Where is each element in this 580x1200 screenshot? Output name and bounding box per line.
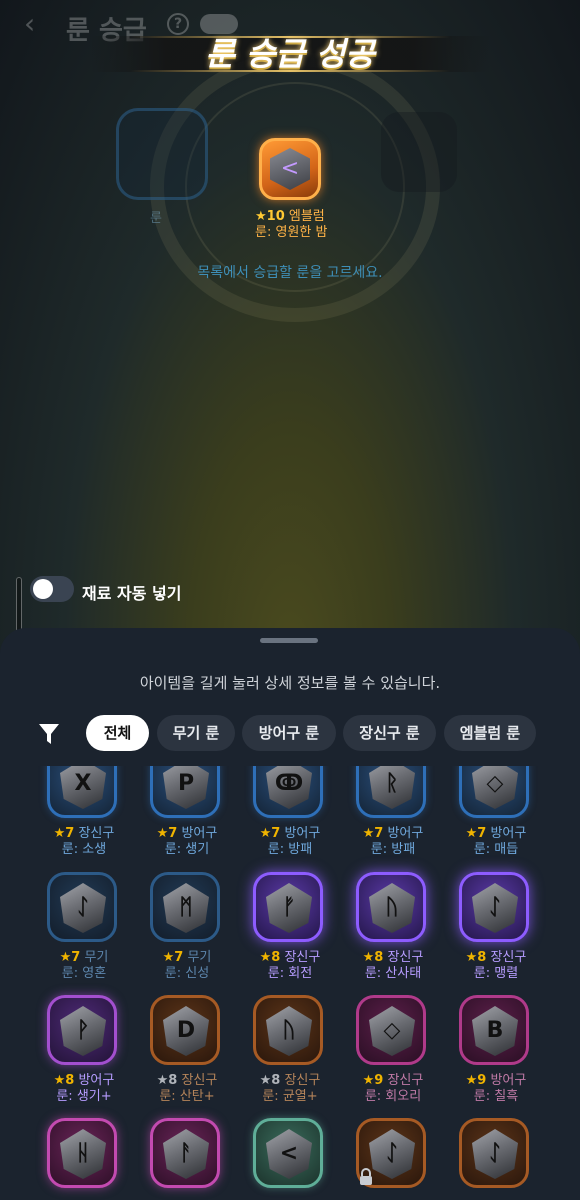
result-rune-name: 룬: 영원한 밤 (255, 225, 328, 240)
rune-item[interactable]: ᛇ (444, 1118, 548, 1200)
rune-frame: ᛇ (459, 872, 529, 942)
rune-item[interactable]: B ★9 방어구 룬: 칠흑 (444, 995, 548, 1105)
rune-frame: ᚠ (253, 872, 323, 942)
rune-item-name: 룬: 칠흑 (473, 1089, 519, 1104)
rune-item[interactable]: X ★7 장신구 룬: 소생 (32, 766, 136, 858)
rune-icon: P (163, 766, 209, 809)
tab-accessory-rune[interactable]: 장신구 룬 (343, 715, 436, 751)
rune-frame: ◇ (356, 995, 426, 1065)
rune-item-name: 룬: 방패 (267, 842, 313, 857)
rune-icon: ᛇ (369, 1129, 415, 1179)
rune-frame: ᛇ (47, 872, 117, 942)
rune-item-name: 룬: 회전 (267, 966, 313, 981)
rune-icon: ◇ (369, 1006, 415, 1056)
rune-item[interactable]: ᚨ (135, 1118, 239, 1200)
rune-icon: ᛗ (163, 883, 209, 933)
rune-frame: ᚢ (356, 872, 426, 942)
tab-armor-rune[interactable]: 방어구 룬 (242, 715, 336, 751)
rune-icon: X (60, 766, 106, 809)
rune-frame: ᚢ (253, 995, 323, 1065)
rune-item-name: 룬: 생기 (164, 842, 210, 857)
rune-icon: ↂ (266, 766, 312, 809)
rune-item[interactable]: ᚺ (32, 1118, 136, 1200)
rune-icon: ᚨ (163, 1129, 209, 1179)
rune-item[interactable]: D ★8 장신구 룬: 산탄+ (135, 995, 239, 1105)
auto-fill-label: 재료 자동 넣기 (82, 584, 182, 603)
rune-item[interactable]: ᚱ ★7 방어구 룬: 방패 (341, 766, 445, 858)
rune-item-name: 룬: 맹렬 (473, 966, 519, 981)
rune-icon: ◇ (472, 766, 518, 809)
rune-frame: ↂ (253, 766, 323, 818)
material-slot-left[interactable] (116, 108, 208, 200)
rune-frame: ᛇ (459, 1118, 529, 1188)
rune-item[interactable]: ᚠ ★8 장신구 룬: 회전 (238, 872, 342, 982)
result-rune-slot[interactable]: < (259, 138, 321, 200)
toggle-knob (33, 579, 53, 599)
header-badge (200, 14, 238, 34)
material-slot-right[interactable] (381, 112, 457, 192)
filter-icon[interactable] (38, 722, 60, 746)
sheet-drag-handle[interactable] (260, 638, 318, 643)
rune-item[interactable]: ᛇ ★8 장신구 룬: 맹렬 (444, 872, 548, 982)
chevron-left-icon[interactable]: ‹ (24, 10, 52, 38)
rune-frame: D (150, 995, 220, 1065)
sheet-hint-text: 아이템을 길게 눌러 상세 정보를 볼 수 있습니다. (139, 674, 441, 692)
auto-fill-toggle[interactable] (30, 576, 74, 602)
rune-item[interactable]: ᛗ ★7 무기 룬: 신성 (135, 872, 239, 982)
tab-all[interactable]: 전체 (86, 715, 149, 751)
rune-item-name: 룬: 매듭 (473, 842, 519, 857)
rune-item-name: 룬: 균열+ (262, 1089, 318, 1104)
success-banner: 룬 승급 성공 (90, 36, 490, 72)
rune-item[interactable]: ↂ ★7 방어구 룬: 방패 (238, 766, 342, 858)
rune-frame: ᚨ (150, 1118, 220, 1188)
rune-item-name: 룬: 산탄+ (159, 1089, 215, 1104)
rune-item[interactable]: ᛇ (341, 1118, 445, 1200)
rune-frame: B (459, 995, 529, 1065)
tab-emblem-rune[interactable]: 엠블럼 룬 (444, 715, 536, 751)
rune-item[interactable]: ᚢ ★8 장신구 룬: 균열+ (238, 995, 342, 1105)
rune-frame: P (150, 766, 220, 818)
instruction-text: 목록에서 승급할 룬을 고르세요. (197, 265, 383, 281)
rune-item-name: 룬: 생기+ (56, 1089, 112, 1104)
rune-frame: ᚱ (356, 766, 426, 818)
rune-icon: ᚱ (369, 766, 415, 809)
rune-icon: D (163, 1006, 209, 1056)
rune-frame: ◇ (459, 766, 529, 818)
rune-frame: < (253, 1118, 323, 1188)
rune-icon: ᚹ (60, 1006, 106, 1056)
rune-icon: ᚺ (60, 1129, 106, 1179)
rune-icon: B (472, 1006, 518, 1056)
rune-item[interactable]: ◇ ★7 방어구 룬: 매듭 (444, 766, 548, 858)
rune-item-name: 룬: 영혼 (61, 966, 107, 981)
rune-item-name: 룬: 방패 (370, 842, 416, 857)
rune-icon: ᛇ (472, 1129, 518, 1179)
rune-item[interactable]: ᛇ ★7 무기 룬: 영혼 (32, 872, 136, 982)
rune-item[interactable]: ◇ ★9 장신구 룬: 회오리 (341, 995, 445, 1105)
rune-item-name: 룬: 소생 (61, 842, 107, 857)
rune-icon: < (266, 1129, 312, 1179)
material-slot-label: 룬 (150, 211, 162, 226)
rune-frame: X (47, 766, 117, 818)
tab-weapon-rune[interactable]: 무기 룬 (157, 715, 235, 751)
rune-item[interactable]: < (238, 1118, 342, 1200)
rune-item[interactable]: P ★7 방어구 룬: 생기 (135, 766, 239, 858)
rune-icon: < (270, 148, 310, 190)
rune-frame: ᛗ (150, 872, 220, 942)
rune-list-sheet: 아이템을 길게 눌러 상세 정보를 볼 수 있습니다. 전체 무기 룬 방어구 … (0, 628, 580, 1200)
rune-frame: ᚹ (47, 995, 117, 1065)
rune-icon: ᚢ (266, 1006, 312, 1056)
rune-item[interactable]: ᚹ ★8 방어구 룬: 생기+ (32, 995, 136, 1105)
rune-frame: ᚺ (47, 1118, 117, 1188)
rune-grid: X ★7 장신구 룬: 소생 P ★7 방어구 룬: 생기 ↂ ★7 방어구 룬… (0, 766, 580, 1200)
rune-item-name: 룬: 회오리 (364, 1089, 422, 1104)
rune-icon: ᚠ (266, 883, 312, 933)
lock-icon (360, 1168, 372, 1185)
rune-item-name: 룬: 산사태 (364, 966, 422, 981)
rune-item[interactable]: ᚢ ★8 장신구 룬: 산사태 (341, 872, 445, 982)
rune-icon: ᚢ (369, 883, 415, 933)
rune-item-name: 룬: 신성 (164, 966, 210, 981)
rune-icon: ᛇ (472, 883, 518, 933)
rune-icon: ᛇ (60, 883, 106, 933)
question-circle-icon[interactable]: ? (167, 13, 189, 35)
